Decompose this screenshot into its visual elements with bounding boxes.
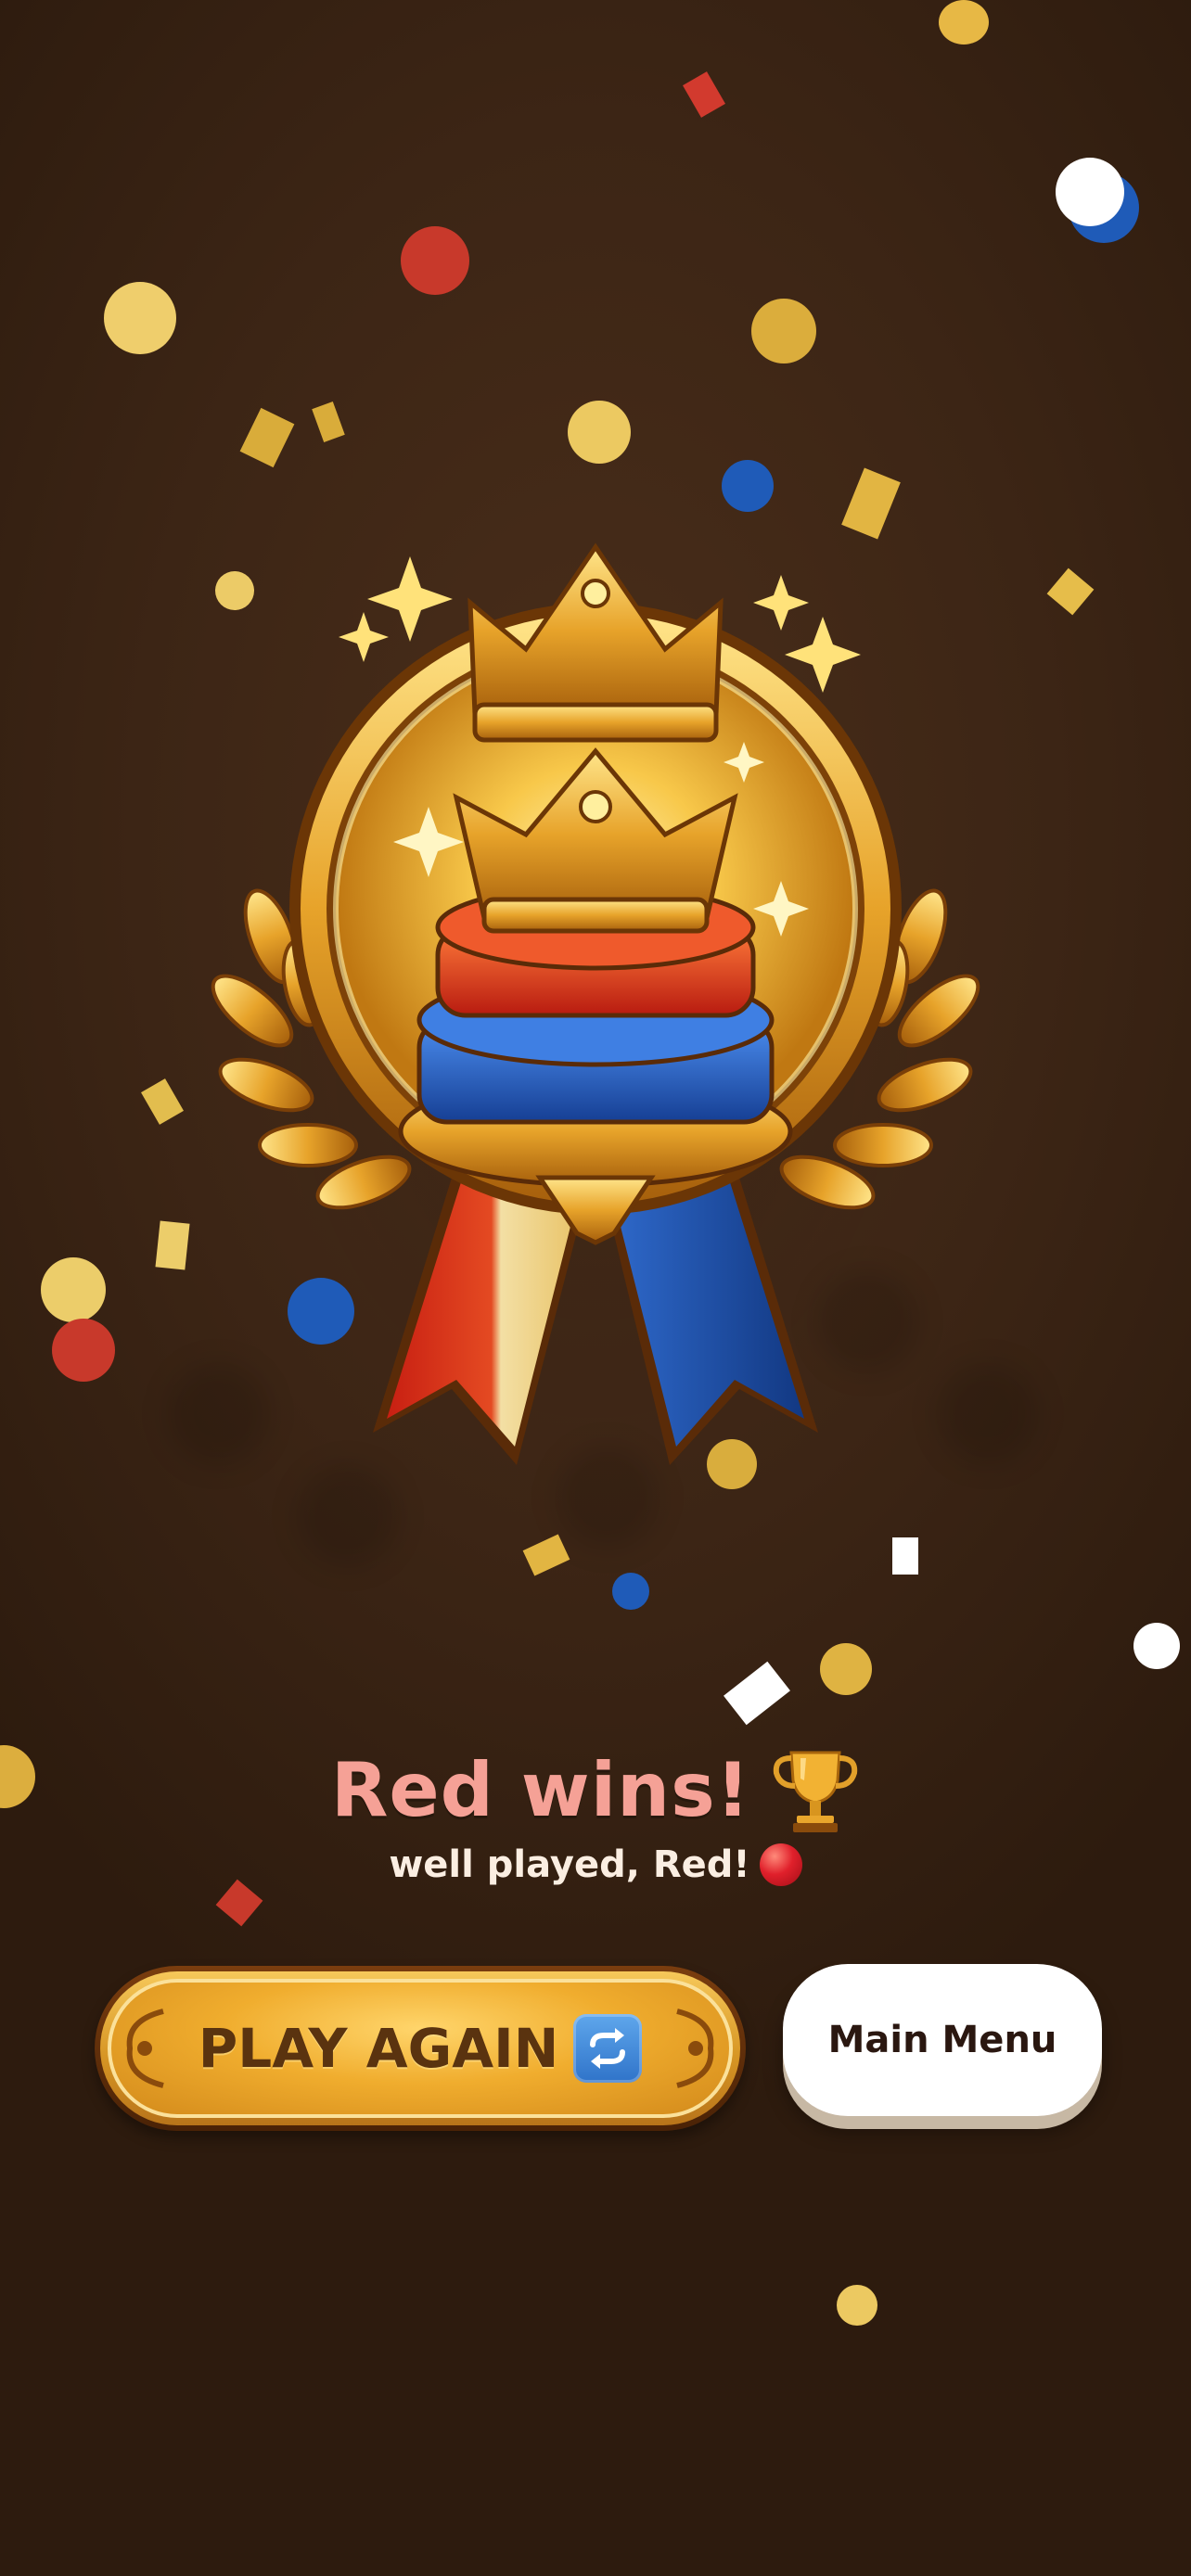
- confetti-dot: [1133, 1623, 1180, 1669]
- confetti-piece: [1046, 567, 1095, 616]
- main-menu-button[interactable]: Main Menu: [783, 1964, 1102, 2116]
- repeat-icon: [573, 2014, 643, 2083]
- flourish-ornament-icon: [676, 2009, 714, 2088]
- confetti-dot: [722, 460, 774, 512]
- confetti-dot: [612, 1573, 649, 1610]
- trophy-icon: [773, 1751, 858, 1832]
- confetti-dot: [41, 1257, 106, 1322]
- confetti-dot: [52, 1319, 115, 1382]
- flourish-ornament-icon: [126, 2009, 164, 2088]
- main-menu-label: Main Menu: [827, 2019, 1057, 2061]
- play-again-label: PLAY AGAIN: [198, 2017, 559, 2080]
- confetti-dot: [939, 0, 989, 45]
- victory-screen: Red wins! well played, Red! PLAY AGAIN M…: [0, 0, 1191, 2576]
- confetti-dot: [104, 282, 176, 354]
- confetti-dot: [401, 226, 469, 295]
- confetti-piece: [312, 402, 345, 442]
- confetti-piece: [892, 1537, 918, 1575]
- subtitle-line: well played, Red!: [0, 1843, 1191, 1886]
- confetti-piece: [215, 1879, 263, 1927]
- confetti-dot: [568, 401, 631, 464]
- play-again-face: PLAY AGAIN: [108, 1979, 733, 2118]
- play-again-button[interactable]: PLAY AGAIN: [95, 1966, 746, 2131]
- confetti-piece: [155, 1220, 190, 1270]
- confetti-dot: [1056, 158, 1124, 226]
- confetti-piece: [141, 1078, 184, 1125]
- confetti-piece: [724, 1661, 790, 1726]
- winner-line: Red wins!: [0, 1743, 1191, 1836]
- result-panel: Red wins! well played, Red!: [0, 1743, 1191, 1886]
- play-again-frame: PLAY AGAIN: [100, 1971, 740, 2125]
- confetti-dot: [837, 2285, 877, 2326]
- winner-medal-icon: [206, 529, 985, 1521]
- confetti-dot: [751, 299, 816, 363]
- winner-subtitle: well played, Red!: [389, 1843, 750, 1886]
- confetti-piece: [522, 1534, 570, 1576]
- confetti-piece: [239, 407, 295, 468]
- red-circle-icon: [759, 1843, 802, 1886]
- winner-title: Red wins!: [330, 1746, 751, 1833]
- confetti-dot: [820, 1643, 872, 1695]
- confetti-piece: [683, 71, 725, 118]
